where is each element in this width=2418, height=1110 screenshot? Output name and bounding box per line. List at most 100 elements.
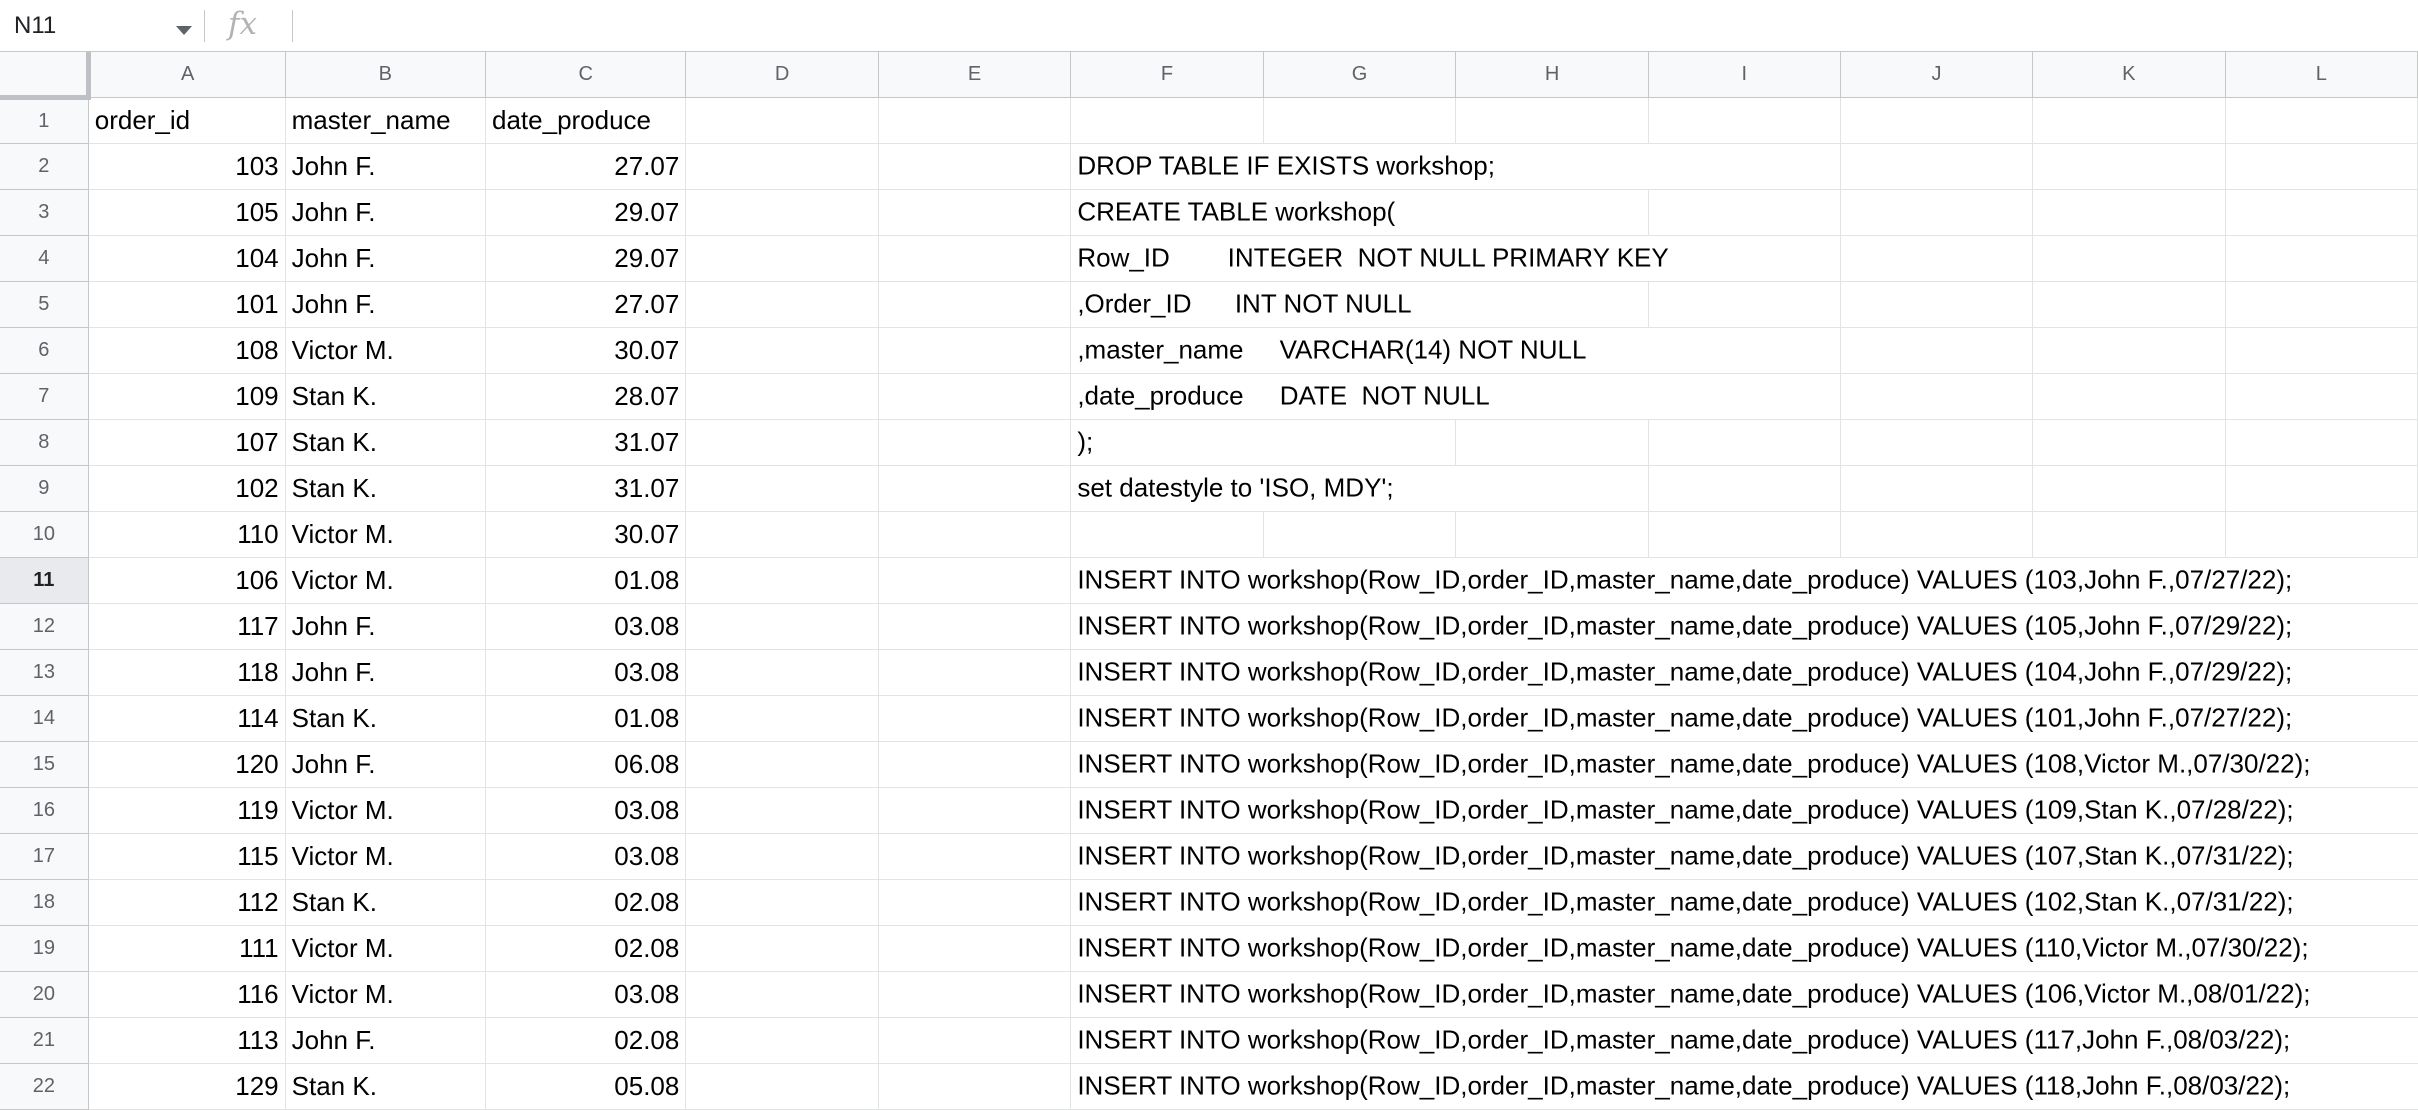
cell-empty[interactable] bbox=[685, 373, 879, 420]
cell-empty[interactable] bbox=[1455, 511, 1649, 558]
cell-empty[interactable] bbox=[878, 833, 1072, 880]
cell-empty[interactable] bbox=[1840, 327, 2034, 374]
cell-empty[interactable] bbox=[878, 143, 1072, 190]
cell-empty[interactable] bbox=[878, 879, 1072, 926]
cell-empty[interactable] bbox=[878, 281, 1072, 328]
cell-date-produce[interactable]: 05.08 bbox=[485, 1063, 687, 1110]
cell-date-produce[interactable]: 30.07 bbox=[485, 511, 687, 558]
cell-empty[interactable] bbox=[2032, 419, 2226, 466]
cell-empty[interactable] bbox=[685, 603, 879, 650]
row-header[interactable]: 4 bbox=[0, 235, 89, 282]
cell-date-produce[interactable]: 30.07 bbox=[485, 327, 687, 374]
cell-sql[interactable]: INSERT INTO workshop(Row_ID,order_ID,mas… bbox=[1070, 741, 2310, 788]
cell-empty[interactable] bbox=[878, 1017, 1072, 1064]
cell-sql[interactable]: ,date_produce DATE NOT NULL bbox=[1070, 373, 1490, 420]
cell-empty[interactable] bbox=[1263, 97, 1457, 144]
cell-sql[interactable]: INSERT INTO workshop(Row_ID,order_ID,mas… bbox=[1070, 557, 2292, 604]
cell-empty[interactable] bbox=[685, 465, 879, 512]
name-box[interactable]: N11 bbox=[0, 4, 200, 48]
cell-order-id[interactable]: 109 bbox=[88, 373, 286, 420]
row-header[interactable]: 19 bbox=[0, 925, 89, 972]
cell-date-produce[interactable]: 03.08 bbox=[485, 833, 687, 880]
cell-empty[interactable] bbox=[1648, 281, 1841, 328]
row-header[interactable]: 2 bbox=[0, 143, 89, 190]
cell-empty[interactable] bbox=[2032, 327, 2226, 374]
cell-empty[interactable] bbox=[685, 741, 879, 788]
cell-empty[interactable] bbox=[2032, 511, 2226, 558]
cell-empty[interactable] bbox=[1648, 419, 1841, 466]
row-header[interactable]: 12 bbox=[0, 603, 89, 650]
cell-order-id[interactable]: 120 bbox=[88, 741, 286, 788]
cell-empty[interactable] bbox=[878, 557, 1072, 604]
cell-empty[interactable] bbox=[878, 235, 1072, 282]
cell-order-id[interactable]: 118 bbox=[88, 649, 286, 696]
cell-date-produce[interactable]: 01.08 bbox=[485, 557, 687, 604]
cell-empty[interactable] bbox=[685, 971, 879, 1018]
cell-empty[interactable] bbox=[685, 879, 879, 926]
column-header-c[interactable]: C bbox=[485, 52, 687, 98]
column-header-d[interactable]: D bbox=[685, 52, 879, 98]
cell-sql[interactable]: DROP TABLE IF EXISTS workshop; bbox=[1070, 143, 1495, 190]
cell-master-name[interactable]: Victor M. bbox=[285, 925, 487, 972]
cell-master-name[interactable]: Victor M. bbox=[285, 833, 487, 880]
cell-empty[interactable] bbox=[685, 235, 879, 282]
cell-master-name[interactable]: John F. bbox=[285, 235, 487, 282]
cell-empty[interactable] bbox=[2032, 143, 2226, 190]
cell-master-name[interactable]: Stan K. bbox=[285, 879, 487, 926]
cell-sql[interactable]: INSERT INTO workshop(Row_ID,order_ID,mas… bbox=[1070, 695, 2292, 742]
cell-date-produce[interactable]: 28.07 bbox=[485, 373, 687, 420]
cell-master-name[interactable]: Stan K. bbox=[285, 419, 487, 466]
column-header-g[interactable]: G bbox=[1263, 52, 1457, 98]
cell-empty[interactable] bbox=[1840, 235, 2034, 282]
row-header[interactable]: 22 bbox=[0, 1063, 89, 1110]
cell-sql[interactable]: INSERT INTO workshop(Row_ID,order_ID,mas… bbox=[1070, 925, 2309, 972]
cell-empty[interactable] bbox=[685, 97, 879, 144]
cell-master-name[interactable]: Stan K. bbox=[285, 465, 487, 512]
cell-empty[interactable] bbox=[2032, 235, 2226, 282]
cell-order-id[interactable]: 111 bbox=[88, 925, 286, 972]
cell-empty[interactable] bbox=[1648, 97, 1841, 144]
cell-sql[interactable]: INSERT INTO workshop(Row_ID,order_ID,mas… bbox=[1070, 787, 2294, 834]
cell-order-id[interactable]: 114 bbox=[88, 695, 286, 742]
cell-master-name[interactable]: Stan K. bbox=[285, 695, 487, 742]
cell-empty[interactable] bbox=[2032, 373, 2226, 420]
cell-master-name[interactable]: Stan K. bbox=[285, 373, 487, 420]
column-header-e[interactable]: E bbox=[878, 52, 1072, 98]
row-header[interactable]: 21 bbox=[0, 1017, 89, 1064]
cell-empty[interactable] bbox=[1455, 419, 1649, 466]
cell-master-name[interactable]: John F. bbox=[285, 189, 487, 236]
row-header[interactable]: 5 bbox=[0, 281, 89, 328]
cell-empty[interactable] bbox=[878, 787, 1072, 834]
column-header-k[interactable]: K bbox=[2032, 52, 2226, 98]
row-header[interactable]: 7 bbox=[0, 373, 89, 420]
cell-empty[interactable] bbox=[685, 1063, 879, 1110]
cell-empty[interactable] bbox=[1648, 327, 1841, 374]
row-header[interactable]: 3 bbox=[0, 189, 89, 236]
row-header[interactable]: 15 bbox=[0, 741, 89, 788]
row-header[interactable]: 10 bbox=[0, 511, 89, 558]
cell-empty[interactable] bbox=[1840, 373, 2034, 420]
cell-order-id[interactable]: order_id bbox=[88, 97, 286, 144]
cell-master-name[interactable]: Victor M. bbox=[285, 511, 487, 558]
cell-sql[interactable]: Row_ID INTEGER NOT NULL PRIMARY KEY bbox=[1070, 235, 1669, 282]
cell-empty[interactable] bbox=[2225, 281, 2418, 328]
cell-sql[interactable]: INSERT INTO workshop(Row_ID,order_ID,mas… bbox=[1070, 971, 2310, 1018]
cell-empty[interactable] bbox=[1648, 373, 1841, 420]
cell-empty[interactable] bbox=[685, 419, 879, 466]
cell-empty[interactable] bbox=[685, 833, 879, 880]
cell-empty[interactable] bbox=[685, 695, 879, 742]
cell-master-name[interactable]: John F. bbox=[285, 741, 487, 788]
cell-order-id[interactable]: 102 bbox=[88, 465, 286, 512]
column-header-b[interactable]: B bbox=[285, 52, 487, 98]
cell-empty[interactable] bbox=[878, 925, 1072, 972]
cell-empty[interactable] bbox=[2032, 97, 2226, 144]
cell-master-name[interactable]: John F. bbox=[285, 603, 487, 650]
cell-sql[interactable]: ,Order_ID INT NOT NULL bbox=[1070, 281, 1412, 328]
cell-empty[interactable] bbox=[1840, 189, 2034, 236]
cell-empty[interactable] bbox=[1648, 189, 1841, 236]
cell-empty[interactable] bbox=[2225, 327, 2418, 374]
cell-sql[interactable]: INSERT INTO workshop(Row_ID,order_ID,mas… bbox=[1070, 1017, 2290, 1064]
cell-sql[interactable]: INSERT INTO workshop(Row_ID,order_ID,mas… bbox=[1070, 603, 2292, 650]
cell-empty[interactable] bbox=[2225, 419, 2418, 466]
cell-empty[interactable] bbox=[878, 695, 1072, 742]
